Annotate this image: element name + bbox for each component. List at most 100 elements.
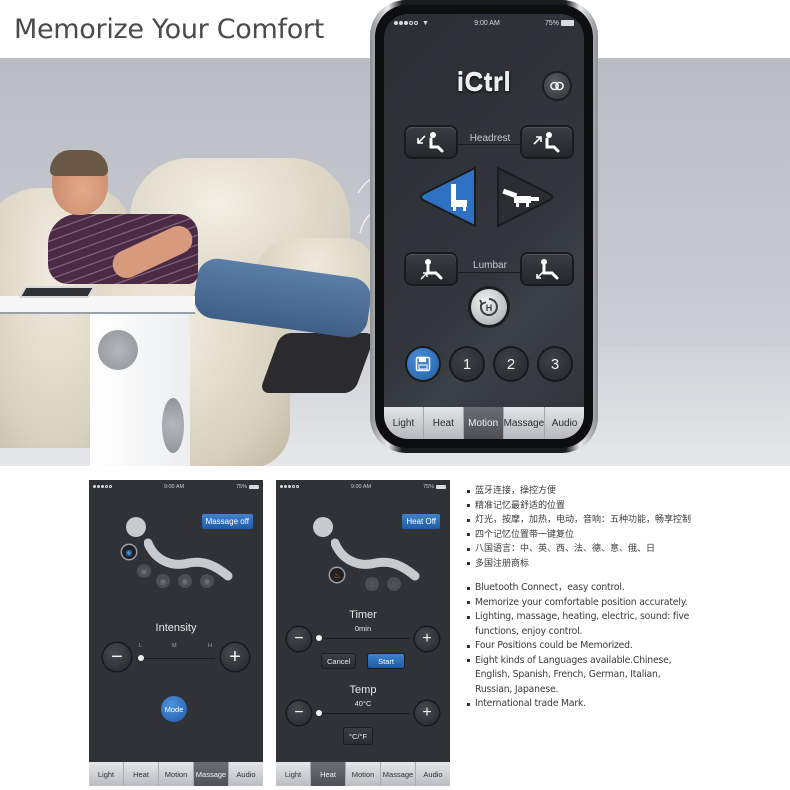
bluetooth-link-button[interactable] <box>544 73 570 99</box>
tab-audio[interactable]: Audio <box>229 762 263 786</box>
side-table-top <box>0 296 195 314</box>
main-phone-screen: ▼ 9:00 AM 75% iCtrl Headrest Lumbar H 1 … <box>384 14 584 439</box>
tab-massage[interactable]: Massage <box>194 762 229 786</box>
recline-arrow-down-left-icon <box>417 132 444 153</box>
mode-button[interactable]: Mode <box>161 696 187 722</box>
temp-slider[interactable] <box>318 713 410 714</box>
massage-zone-1[interactable]: ◉ <box>122 545 136 559</box>
body-head-icon <box>313 517 333 537</box>
status-time: 9:00 AM <box>350 483 372 490</box>
unit-toggle-button[interactable]: °C/°F <box>344 728 373 744</box>
feature-item: 多国注册商标 <box>466 557 696 572</box>
features-english: Bluetooth Connect，easy control. Memorize… <box>466 581 696 712</box>
heat-zone-2[interactable]: ♨ <box>365 577 379 591</box>
tab-motion[interactable]: Motion <box>159 762 194 786</box>
tick-mid: M <box>172 643 177 649</box>
speaker-icon <box>98 330 138 370</box>
tab-massage[interactable]: Massage <box>504 407 546 439</box>
timer-slider[interactable] <box>318 638 410 639</box>
signal-icon <box>280 485 299 488</box>
home-reset-icon: H <box>479 298 498 316</box>
lumbar-label: Lumbar <box>473 260 507 271</box>
tab-heat[interactable]: Heat <box>311 762 346 786</box>
temp-slider-knob[interactable] <box>316 710 322 716</box>
main-phone: ▼ 9:00 AM 75% iCtrl Headrest Lumbar H 1 … <box>370 0 598 453</box>
save-memory-button[interactable] <box>407 348 439 380</box>
tab-audio[interactable]: Audio <box>545 407 584 439</box>
reset-home-button[interactable]: H <box>471 289 507 325</box>
massage-off-button[interactable]: Massage off <box>201 514 253 529</box>
temp-plus-button[interactable]: + <box>415 701 439 725</box>
tab-light[interactable]: Light <box>89 762 124 786</box>
lumbar-arrow-down-icon <box>536 259 559 280</box>
massage-zone-2[interactable]: ◉ <box>137 564 151 578</box>
lumbar-up-button[interactable] <box>406 254 456 284</box>
lumbar-connector <box>454 272 524 273</box>
intensity-plus-button[interactable]: + <box>221 643 249 671</box>
temp-minus-button[interactable]: − <box>287 701 311 725</box>
timer-start-button[interactable]: Start <box>368 654 404 668</box>
status-bar: ▼ 9:00 AM 75% <box>384 14 584 32</box>
main-tab-bar: Light Heat Motion Massage Audio <box>384 407 584 439</box>
lumbar-down-button[interactable] <box>522 254 572 284</box>
signal-icon <box>93 485 112 488</box>
status-bar: 9:00 AM 75% <box>89 480 263 493</box>
tab-motion[interactable]: Motion <box>346 762 381 786</box>
massage-wave-icon: ◉ <box>203 576 211 586</box>
temp-label: Temp <box>349 684 377 696</box>
feature-item: 蓝牙连接，操控方便 <box>466 484 696 499</box>
upright-preset-button[interactable] <box>417 164 479 230</box>
intensity-slider[interactable] <box>139 658 215 659</box>
intensity-minus-button[interactable]: − <box>103 643 131 671</box>
body-outline-icon <box>331 538 420 581</box>
intensity-label: Intensity <box>155 622 197 634</box>
body-head-icon <box>126 517 146 537</box>
heat-waves-icon: ♨ <box>368 579 376 589</box>
lumbar-arrow-up-icon <box>420 259 443 280</box>
massage-wave-icon: ◉ <box>181 576 189 586</box>
recline-arrow-up-right-icon <box>533 132 560 153</box>
timer-cancel-button[interactable]: Cancel <box>322 654 356 668</box>
tab-motion[interactable]: Motion <box>463 407 504 439</box>
tab-heat[interactable]: Heat <box>424 407 464 439</box>
massage-zone-3[interactable]: ◉ <box>156 574 170 588</box>
headrest-label: Headrest <box>469 133 511 144</box>
memory-slot-3-button[interactable]: 3 <box>539 348 571 380</box>
battery-icon <box>560 20 574 26</box>
battery-percent: 75% <box>544 19 559 27</box>
link-rings-icon <box>550 81 564 91</box>
svg-text:H: H <box>486 303 493 313</box>
feature-item: Memorize your comfortable position accur… <box>466 596 696 611</box>
headrest-up-button[interactable] <box>522 127 572 157</box>
page-title: Memorize Your Comfort <box>14 14 325 45</box>
heat-waves-icon: ♨ <box>390 579 398 589</box>
tab-light[interactable]: Light <box>276 762 311 786</box>
massage-wave-icon: ◉ <box>159 576 167 586</box>
headrest-down-button[interactable] <box>406 127 456 157</box>
feature-item: 灯光，按摩，加热，电动，音响：五种功能，畅享控制 <box>466 513 696 528</box>
tick-low: L <box>139 643 143 649</box>
features-chinese: 蓝牙连接，操控方便 精准记忆最舒适的位置 灯光，按摩，加热，电动，音响：五种功能… <box>466 484 696 571</box>
tab-light[interactable]: Light <box>384 407 424 439</box>
feature-item: 八国语言：中、英、西、法、德、意、俄、日 <box>466 542 696 557</box>
heat-waves-icon: ♨ <box>333 570 341 580</box>
massage-zone-5[interactable]: ◉ <box>200 574 214 588</box>
battery-percent: 75% <box>235 483 247 490</box>
heat-zone-3[interactable]: ♨ <box>387 577 401 591</box>
timer-slider-knob[interactable] <box>316 635 322 641</box>
tab-heat[interactable]: Heat <box>124 762 159 786</box>
massage-screen: 9:00 AM 75% Massage off ◉ ◉ ◉ ◉ ◉ Intens… <box>89 480 263 786</box>
feature-item: 精准记忆最舒适的位置 <box>466 499 696 514</box>
tab-massage[interactable]: Massage <box>381 762 416 786</box>
timer-plus-button[interactable]: + <box>415 627 439 651</box>
heat-zone-1[interactable]: ♨ <box>330 568 344 582</box>
memory-slot-1-button[interactable]: 1 <box>451 348 483 380</box>
massage-zone-4[interactable]: ◉ <box>178 574 192 588</box>
timer-minus-button[interactable]: − <box>287 627 311 651</box>
intensity-slider-knob[interactable] <box>138 655 144 661</box>
heat-off-button[interactable]: Heat Off <box>402 514 440 529</box>
tab-audio[interactable]: Audio <box>416 762 450 786</box>
flat-preset-button[interactable] <box>494 164 556 230</box>
memory-slot-2-button[interactable]: 2 <box>495 348 527 380</box>
tick-high: H <box>208 643 212 649</box>
